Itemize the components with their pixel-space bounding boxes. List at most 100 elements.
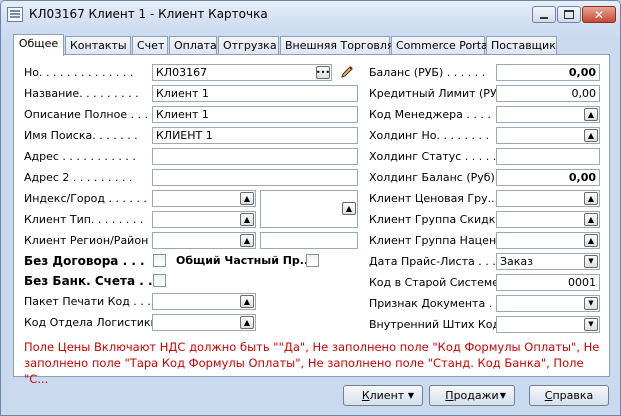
region-field[interactable]: ▲ <box>152 232 256 249</box>
lookup-button[interactable]: ▲ <box>240 295 254 308</box>
pricelist-date-label: Дата Прайс-Листа . . . <box>369 255 496 268</box>
up-arrow-icon: ▲ <box>587 214 595 224</box>
title-bar[interactable]: КЛ03167 Клиент 1 - Клиент Карточка ✕ <box>1 1 620 29</box>
discount-group-field[interactable]: ▲ <box>496 211 600 228</box>
holding-no-field[interactable]: ▲ <box>496 127 600 144</box>
tab-commerce-portal[interactable]: Commerce Portal <box>391 36 491 55</box>
maximize-button[interactable] <box>557 6 581 23</box>
dropdown-button[interactable]: ▼ <box>584 255 598 268</box>
markup-group-field[interactable]: ▲ <box>496 232 600 249</box>
full-description-label: Описание Полное . . . <box>24 108 149 121</box>
doc-flag-label: Признак Документа . . . <box>369 297 497 310</box>
general-tab-panel: Но. . . . . . . . . . . . . . КЛ03167 ••… <box>13 54 610 386</box>
price-group-label: Клиент Ценовая Гру... <box>369 192 497 205</box>
search-name-field[interactable]: КЛИЕНТ 1 <box>152 127 358 144</box>
chevron-down-icon: ▼ <box>407 391 414 400</box>
credit-limit-label: Кредитный Лимит (РУБ) <box>369 87 497 100</box>
pricelist-date-select[interactable]: Заказ ▼ <box>496 253 600 270</box>
full-description-field[interactable]: Клиент 1 <box>152 106 358 123</box>
holding-status-field[interactable] <box>496 148 600 165</box>
client-button-label: Клиент <box>361 389 405 402</box>
pencil-icon[interactable] <box>339 64 355 80</box>
dropdown-button[interactable]: ▼ <box>584 297 598 310</box>
holding-no-label: Холдинг Но. . . . . . . . <box>369 129 489 142</box>
tab-general[interactable]: Общее <box>13 34 64 56</box>
logistics-dept-field[interactable]: ▲ <box>152 314 256 331</box>
validation-message: Поле Цены Включают НДС должно быть ""Да"… <box>24 340 600 386</box>
tab-shipping[interactable]: Отгрузка <box>218 36 279 55</box>
tab-foreign-trade[interactable]: Внешняя Торговля <box>280 36 394 55</box>
doc-flag-select[interactable]: ▼ <box>496 295 600 312</box>
address2-field[interactable] <box>152 169 358 186</box>
no-field[interactable]: КЛ03167 ••• <box>152 64 332 81</box>
holding-balance-field[interactable]: 0,00 <box>496 169 600 186</box>
window-title: КЛ03167 Клиент 1 - Клиент Карточка <box>29 7 268 21</box>
credit-limit-field[interactable]: 0,00 <box>496 85 600 102</box>
tab-payment[interactable]: Оплата <box>169 36 217 55</box>
up-arrow-icon: ▲ <box>243 235 251 245</box>
lookup-button[interactable]: ▲ <box>584 129 598 142</box>
common-private-checkbox[interactable] <box>306 254 319 267</box>
close-button[interactable]: ✕ <box>582 6 616 23</box>
no-value: КЛ03167 <box>156 66 208 79</box>
chevron-down-icon: ▼ <box>499 391 506 400</box>
lookup-button[interactable]: ▲ <box>240 234 254 247</box>
lookup-button[interactable]: ▲ <box>584 108 598 121</box>
no-label: Но. . . . . . . . . . . . . . <box>24 66 134 79</box>
up-arrow-icon: ▲ <box>243 214 251 224</box>
name-label: Название. . . . . . . . . <box>24 87 139 100</box>
city-field[interactable]: ▲ <box>260 190 358 228</box>
dropdown-button[interactable]: ▼ <box>584 318 598 331</box>
no-bank-account-label: Без Банк. Счета . . <box>24 274 152 288</box>
up-arrow-icon: ▲ <box>243 296 251 306</box>
barcode-select[interactable]: ▼ <box>496 316 600 333</box>
lookup-button[interactable]: ▲ <box>584 234 598 247</box>
sales-menu-button[interactable]: Продажи ▼ <box>429 385 515 406</box>
name-field[interactable]: Клиент 1 <box>152 85 358 102</box>
markup-group-label: Клиент Группа Наценки <box>369 234 497 247</box>
postcode-field[interactable]: ▲ <box>152 190 256 207</box>
holding-status-label: Холдинг Статус . . . . . <box>369 150 497 163</box>
search-name-label: Имя Поиска. . . . . . . <box>24 129 138 142</box>
manager-code-label: Код Менеджера . . . . <box>369 108 491 121</box>
balance-field[interactable]: 0,00 <box>496 64 600 81</box>
lookup-button[interactable]: ▲ <box>240 316 254 329</box>
no-contract-checkbox[interactable] <box>153 254 166 267</box>
chevron-down-icon: ▼ <box>588 257 594 265</box>
print-package-field[interactable]: ▲ <box>152 293 256 310</box>
tab-invoice[interactable]: Счет <box>132 36 168 55</box>
lookup-button[interactable]: ▲ <box>240 192 254 205</box>
client-menu-button[interactable]: Клиент ▼ <box>343 385 423 406</box>
region-secondary-field[interactable] <box>260 232 358 249</box>
app-icon <box>7 7 23 22</box>
price-group-field[interactable]: ▲ <box>496 190 600 207</box>
holding-balance-label: Холдинг Баланс (Руб) <box>369 171 495 184</box>
no-bank-account-checkbox[interactable] <box>153 274 166 287</box>
address-label: Адрес . . . . . . . . . . . <box>24 150 136 163</box>
help-button-label: Справка <box>544 389 594 402</box>
help-button[interactable]: Справка <box>529 385 609 406</box>
tab-contacts[interactable]: Контакты <box>65 36 131 55</box>
minimize-button[interactable] <box>532 6 556 23</box>
up-arrow-icon: ▲ <box>587 109 595 119</box>
client-type-field[interactable]: ▲ <box>152 211 256 228</box>
balance-label: Баланс (РУБ) . . . . . . <box>369 66 486 79</box>
lookup-button[interactable]: ▲ <box>584 192 598 205</box>
lookup-button[interactable]: ▲ <box>240 213 254 226</box>
address-field[interactable] <box>152 148 358 165</box>
up-arrow-icon: ▲ <box>243 193 251 203</box>
up-arrow-icon: ▲ <box>587 130 595 140</box>
lookup-button[interactable]: ▲ <box>342 202 356 215</box>
close-icon: ✕ <box>593 7 605 22</box>
lookup-button[interactable]: ▲ <box>584 213 598 226</box>
region-label: Клиент Регион/Район . . <box>24 234 152 247</box>
up-arrow-icon: ▲ <box>587 193 595 203</box>
old-system-code-label: Код в Старой Системе. . <box>369 276 497 289</box>
up-arrow-icon: ▲ <box>345 203 353 213</box>
old-system-code-field[interactable]: 0001 <box>496 274 600 291</box>
tab-vendor[interactable]: Поставщик <box>486 36 557 55</box>
manager-code-field[interactable]: ▲ <box>496 106 600 123</box>
discount-group-label: Клиент Группа Скидки. . <box>369 213 497 226</box>
lookup-button[interactable]: ••• <box>316 66 330 79</box>
common-private-label: Общий Частный Пр... <box>176 254 306 267</box>
